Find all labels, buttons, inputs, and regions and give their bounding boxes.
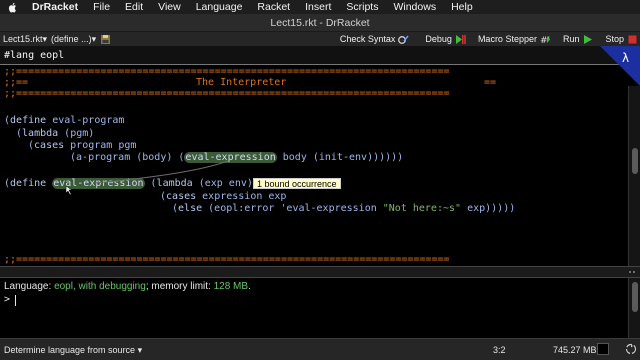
menu-insert[interactable]: Insert	[305, 0, 331, 14]
file-selector[interactable]: Lect15.rkt▾	[3, 34, 47, 45]
resize-handle-icon[interactable]	[628, 268, 636, 276]
memory-limit: 128 MB	[213, 281, 249, 292]
macro-stepper-button[interactable]: Macro Stepper	[478, 34, 537, 44]
menu-help[interactable]: Help	[451, 0, 473, 14]
macro-stepper-icon[interactable]: #'	[540, 34, 551, 45]
menu-view[interactable]: View	[158, 0, 181, 14]
run-button[interactable]: Run	[563, 34, 580, 44]
repl-prompt: >	[4, 294, 11, 305]
menu-bar: DrRacket File Edit View Language Racket …	[0, 0, 640, 14]
memory-usage[interactable]: 745.27 MB	[553, 345, 597, 355]
pane-divider[interactable]	[0, 266, 640, 278]
interactions-scrollbar[interactable]	[628, 278, 640, 338]
menu-app-name[interactable]: DrRacket	[32, 0, 78, 14]
menu-language[interactable]: Language	[196, 0, 243, 14]
text-cursor	[15, 295, 16, 306]
svg-text:λ: λ	[622, 51, 629, 65]
debug-button[interactable]: Debug	[425, 34, 452, 44]
window-titlebar: Lect15.rkt - DrRacket	[0, 14, 640, 32]
stop-icon[interactable]	[627, 34, 638, 45]
editor-scrollbar[interactable]	[628, 86, 640, 266]
debug-icon[interactable]	[455, 34, 466, 45]
check-syntax-icon[interactable]	[398, 34, 409, 45]
check-syntax-button[interactable]: Check Syntax	[340, 34, 396, 44]
binding-arrow	[65, 160, 229, 196]
menu-edit[interactable]: Edit	[125, 0, 143, 14]
lambda-corner-icon: λ	[600, 46, 640, 86]
define-selector[interactable]: (define ...)▾	[51, 34, 96, 45]
menu-windows[interactable]: Windows	[393, 0, 436, 14]
menu-scripts[interactable]: Scripts	[346, 0, 378, 14]
gc-recycle-icon[interactable]	[625, 343, 637, 355]
activity-indicator	[597, 343, 609, 355]
language-status: Language: eopl, with debugging; memory l…	[4, 281, 251, 292]
apple-icon[interactable]	[8, 2, 18, 13]
interactions-scroll-thumb[interactable]	[632, 282, 638, 312]
save-icon[interactable]	[100, 34, 111, 45]
window-title: Lect15.rkt - DrRacket	[270, 16, 370, 29]
menu-racket[interactable]: Racket	[257, 0, 290, 14]
stop-button[interactable]: Stop	[605, 34, 624, 44]
menu-file[interactable]: File	[93, 0, 110, 14]
status-bar: Determine language from source ▾ 3:2 745…	[0, 338, 640, 360]
editor-scroll-thumb[interactable]	[632, 148, 638, 174]
cursor-position: 3:2	[493, 345, 506, 355]
language-name: eopl, with debugging	[54, 281, 146, 292]
language-selector[interactable]: Determine language from source ▾	[4, 345, 142, 356]
toolbar: Lect15.rkt▾ (define ...)▾ Check Syntax D…	[0, 32, 640, 46]
run-icon[interactable]	[582, 34, 593, 45]
interactions-pane[interactable]: Language: eopl, with debugging; memory l…	[0, 278, 628, 338]
definitions-editor[interactable]: #lang eopl ;;===========================…	[0, 46, 628, 266]
